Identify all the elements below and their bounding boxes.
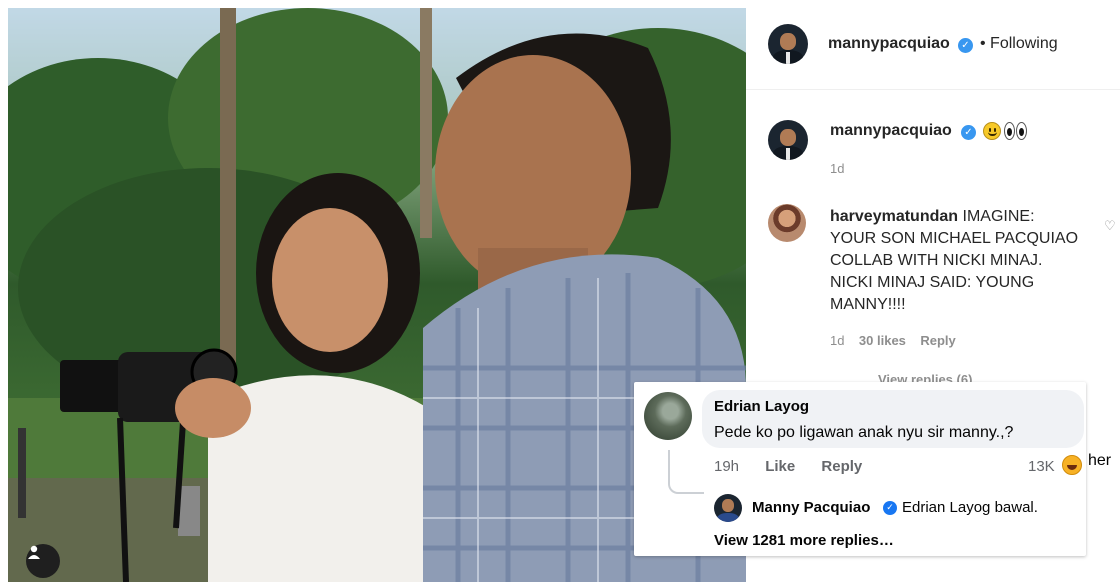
comment-time: 1d: [830, 333, 845, 348]
verified-badge-icon: ✓: [883, 501, 897, 515]
facebook-comment-card: Edrian Layog Pede ko po ligawan anak nyu…: [634, 382, 1086, 556]
comment-username[interactable]: harveymatundan: [830, 208, 958, 225]
commenter-avatar[interactable]: [768, 204, 806, 242]
caption-time: 1d: [830, 161, 845, 176]
eyes-emoji-icon: [1004, 122, 1028, 140]
comment-likes[interactable]: 30 likes: [859, 333, 906, 348]
fb-commenter-name[interactable]: Edrian Layog: [714, 398, 809, 415]
post-header: mannypacquiao ✓ • Following: [746, 8, 1120, 90]
user-tag-button[interactable]: [26, 544, 60, 578]
grinning-face-emoji-icon: [983, 122, 1001, 140]
comment-body: harveymatundan IMAGINE: YOUR SON MICHAEL…: [830, 206, 1080, 316]
verified-badge-icon: ✓: [958, 38, 973, 53]
fb-comment-actions: 19h Like Reply: [714, 458, 884, 475]
fb-commenter-avatar[interactable]: [644, 392, 692, 440]
fb-like-button[interactable]: Like: [765, 458, 795, 475]
following-button[interactable]: • Following: [980, 35, 1058, 53]
comment-reply-button[interactable]: Reply: [920, 333, 955, 348]
comment-meta: 1d 30 likes Reply: [830, 333, 956, 348]
view-more-replies-link[interactable]: View 1281 more replies…: [714, 532, 894, 549]
author-avatar[interactable]: [768, 24, 808, 64]
verified-badge-icon: ✓: [961, 125, 976, 140]
fb-reply-text: Edrian Layog bawal.: [902, 499, 1038, 516]
fb-reaction-count[interactable]: 13K: [1028, 458, 1055, 475]
haha-emoji-icon: [1062, 455, 1082, 475]
fb-reply-avatar[interactable]: [714, 494, 742, 522]
like-heart-icon[interactable]: ♡: [1104, 218, 1116, 234]
fb-reply-name[interactable]: Manny Pacquiao: [752, 499, 870, 516]
caption-avatar[interactable]: [768, 120, 808, 160]
collage: mannypacquiao ✓ • Following mannypacquia…: [0, 0, 1120, 588]
fb-comment-text: Pede ko po ligawan anak nyu sir manny.,?: [714, 424, 1014, 441]
caption-username[interactable]: mannypacquiao: [830, 122, 952, 140]
header-username[interactable]: mannypacquiao: [828, 35, 950, 53]
reply-thread-line: [668, 450, 704, 494]
fb-reply-button[interactable]: Reply: [821, 458, 862, 475]
fb-comment-time: 19h: [714, 458, 740, 475]
cut-off-text: her: [1088, 452, 1112, 469]
user-tag-icon: [28, 545, 40, 559]
